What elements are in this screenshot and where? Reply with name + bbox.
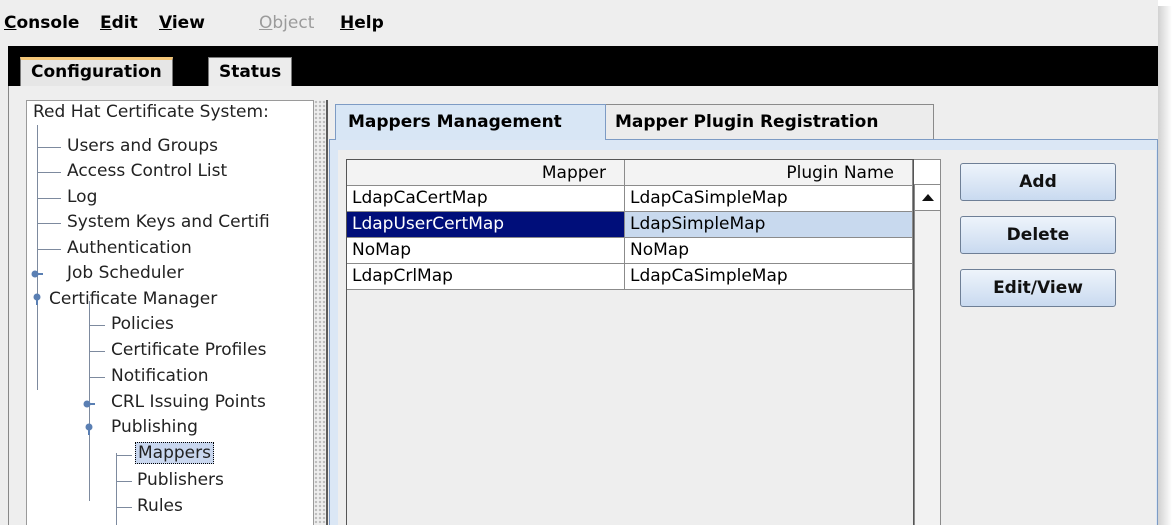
split-pane-divider[interactable] xyxy=(314,100,326,525)
menu-view-mnemonic: V xyxy=(159,13,172,33)
tree-item-crl-issuing-points[interactable]: CRL Issuing Points xyxy=(111,392,266,412)
menu-edit-mnemonic: E xyxy=(100,13,112,33)
menu-view-rest: iew xyxy=(171,13,205,33)
menu-edit[interactable]: Edit xyxy=(100,13,138,33)
menu-object-mnemonic: O xyxy=(259,13,273,33)
menu-view[interactable]: View xyxy=(159,13,205,33)
delete-button[interactable]: Delete xyxy=(960,216,1116,254)
tree-connector xyxy=(116,507,132,508)
tree-connector xyxy=(116,453,117,525)
mappers-table: Mapper Plugin Name LdapCaCertMap LdapCaS… xyxy=(346,159,914,525)
tree-connector xyxy=(37,147,61,148)
tree-connector xyxy=(89,351,105,352)
tree-item-certificate-profiles[interactable]: Certificate Profiles xyxy=(111,340,266,360)
tree-connector xyxy=(116,481,132,482)
cell-plugin-name[interactable]: LdapSimpleMap xyxy=(625,212,913,238)
vertical-scrollbar[interactable] xyxy=(914,185,941,525)
window-shadow xyxy=(1158,6,1172,525)
cell-plugin-name[interactable]: LdapCaSimpleMap xyxy=(625,186,913,212)
tab-status[interactable]: Status xyxy=(208,57,293,87)
expanded-node-icon[interactable] xyxy=(31,293,43,305)
scroll-up-arrow-icon[interactable] xyxy=(915,185,940,211)
tree-item-notification[interactable]: Notification xyxy=(111,366,209,386)
column-header-mapper[interactable]: Mapper xyxy=(347,160,625,186)
cell-plugin-name[interactable]: LdapCaSimpleMap xyxy=(625,264,913,290)
menu-bar: Console Edit View Object Help xyxy=(0,0,1158,46)
tree-item-authentication[interactable]: Authentication xyxy=(67,238,192,258)
tree-item-certificate-manager[interactable]: Certificate Manager xyxy=(49,289,217,309)
tree-item-publishers[interactable]: Publishers xyxy=(137,470,224,490)
cell-mapper[interactable]: NoMap xyxy=(347,238,625,264)
menu-console-mnemonic: C xyxy=(4,13,17,33)
tree-item-users-and-groups[interactable]: Users and Groups xyxy=(67,136,218,156)
tree-item-mappers-label: Mappers xyxy=(135,442,214,464)
tree-item-access-control-list[interactable]: Access Control List xyxy=(67,161,227,181)
table-row[interactable]: LdapCaCertMap LdapCaSimpleMap xyxy=(347,186,913,212)
tree-item-rules[interactable]: Rules xyxy=(137,496,183,516)
tree-connector xyxy=(116,455,132,456)
tree-connector xyxy=(37,172,61,173)
menu-help[interactable]: Help xyxy=(340,13,384,33)
menu-console[interactable]: Console xyxy=(4,13,79,33)
menu-help-mnemonic: H xyxy=(340,13,355,33)
tree-connector xyxy=(89,325,105,326)
menu-object: Object xyxy=(259,13,314,33)
cell-mapper[interactable]: LdapCaCertMap xyxy=(347,186,625,212)
tree-item-job-scheduler[interactable]: Job Scheduler xyxy=(67,263,184,283)
edit-view-button[interactable]: Edit/View xyxy=(960,269,1116,307)
tab-configuration[interactable]: Configuration xyxy=(20,57,173,87)
collapsed-node-icon[interactable] xyxy=(31,268,43,280)
tab-mapper-plugin-registration[interactable]: Mapper Plugin Registration xyxy=(602,104,934,140)
tree-item-mappers[interactable]: Mappers xyxy=(135,442,214,464)
expanded-node-icon[interactable] xyxy=(83,423,95,435)
add-button[interactable]: Add xyxy=(960,163,1116,201)
menu-help-rest: elp xyxy=(354,13,384,33)
console-window: Console Edit View Object Help Configurat… xyxy=(0,0,1158,525)
tree-item-log[interactable]: Log xyxy=(67,187,97,207)
table-header-corner xyxy=(914,159,941,185)
main-tab-strip: Configuration Status xyxy=(8,46,1158,87)
tree-connector xyxy=(37,198,61,199)
cell-mapper[interactable]: LdapUserCertMap xyxy=(347,212,625,238)
tree-item-publishing[interactable]: Publishing xyxy=(111,417,198,437)
navigation-tree: Red Hat Certificate System: Users and Gr… xyxy=(26,100,314,525)
menu-edit-rest: dit xyxy=(111,13,138,33)
table-row[interactable]: LdapCrlMap LdapCaSimpleMap xyxy=(347,264,913,290)
table-row[interactable]: LdapUserCertMap LdapSimpleMap xyxy=(347,212,913,238)
tree-connector xyxy=(37,125,38,390)
cell-plugin-name[interactable]: NoMap xyxy=(625,238,913,264)
tree-item-system-keys[interactable]: System Keys and Certifi xyxy=(67,212,270,232)
divider-border xyxy=(326,100,328,525)
collapsed-node-icon[interactable] xyxy=(83,398,95,410)
menu-object-rest: bject xyxy=(272,13,315,33)
menu-console-rest: onsole xyxy=(16,13,80,33)
column-header-plugin-name[interactable]: Plugin Name xyxy=(625,160,913,186)
tree-root[interactable]: Red Hat Certificate System: xyxy=(33,102,269,122)
tree-connector xyxy=(37,223,61,224)
tree-connector xyxy=(89,377,105,378)
tab-mappers-management[interactable]: Mappers Management xyxy=(335,104,606,140)
table-row[interactable]: NoMap NoMap xyxy=(347,238,913,264)
tree-connector xyxy=(37,249,61,250)
tree-item-policies[interactable]: Policies xyxy=(111,314,174,334)
cell-mapper[interactable]: LdapCrlMap xyxy=(347,264,625,290)
